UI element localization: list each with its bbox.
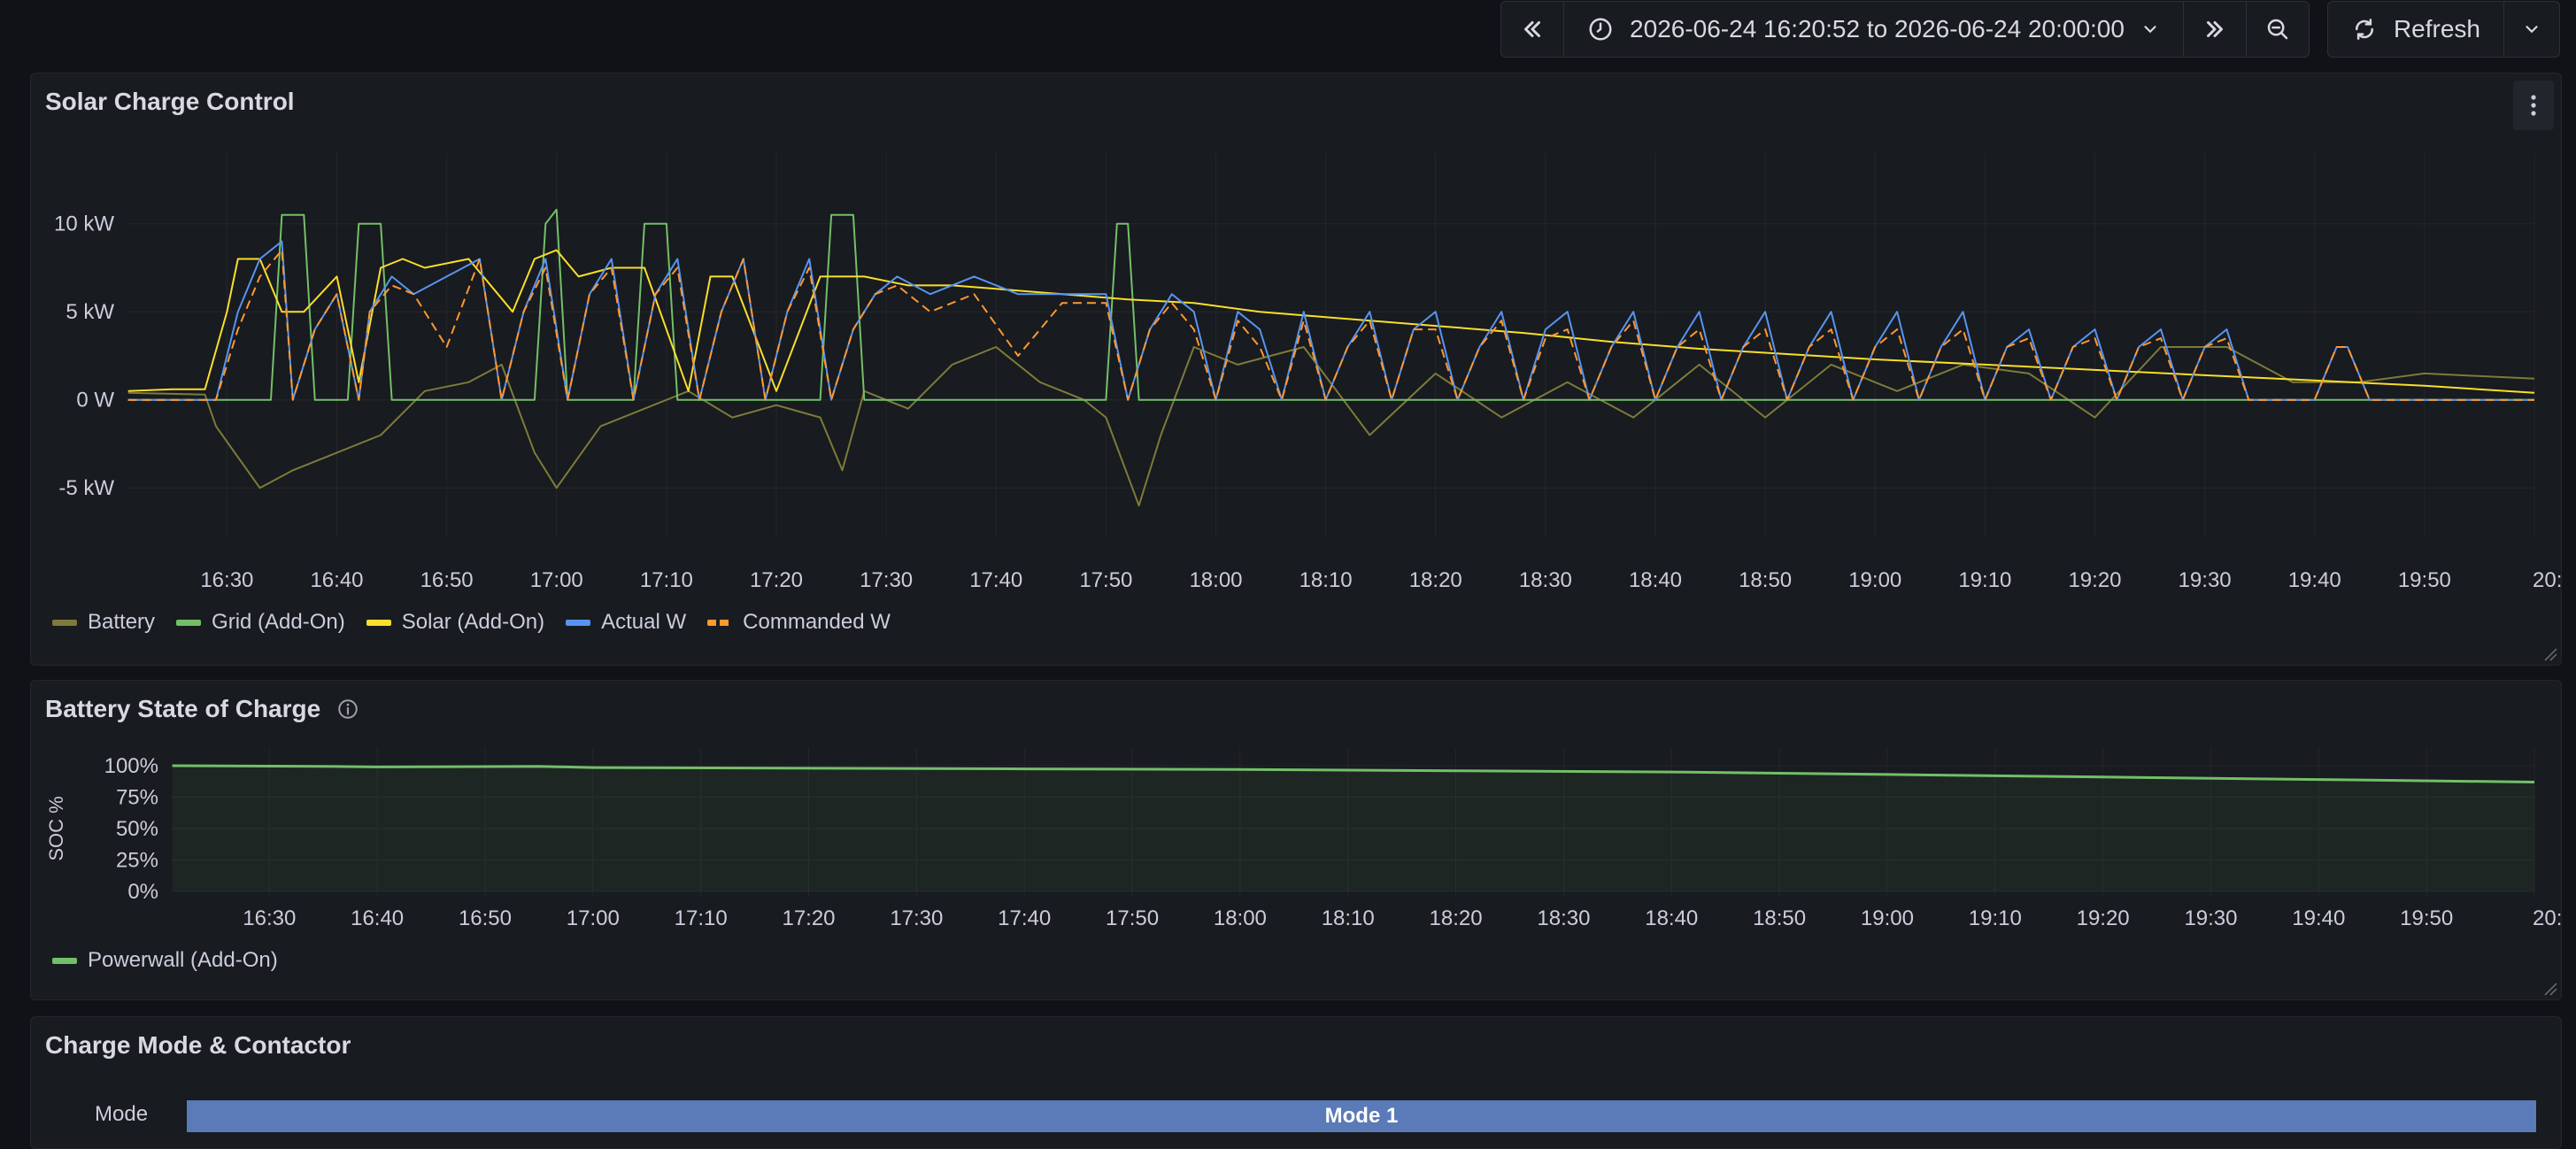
y-tick-label: 75%	[116, 786, 158, 810]
y-tick-label: 10 kW	[54, 212, 114, 236]
legend-item-commanded[interactable]: Commanded W	[707, 610, 891, 635]
x-tick-label: 16:50	[459, 906, 512, 930]
x-tick-label: 19:10	[1958, 568, 2011, 592]
chevron-down-icon	[2144, 26, 2156, 34]
time-range-group: 2026-06-24 16:20:52 to 2026-06-24 20:00:…	[1500, 1, 2310, 58]
legend-item-grid[interactable]: Grid (Add-On)	[176, 610, 345, 635]
mode-state-bar[interactable]: Mode 1	[187, 1100, 2536, 1132]
x-tick-label: 19:00	[1848, 568, 1901, 592]
resize-handle-icon[interactable]	[2541, 645, 2557, 661]
x-tick-label: 18:00	[1214, 906, 1267, 930]
x-tick-label: 17:30	[890, 906, 943, 930]
x-tick-label: 18:40	[1629, 568, 1682, 592]
x-tick-label: 19:10	[1969, 906, 2022, 930]
y-tick-label: 50%	[116, 817, 158, 841]
x-tick-label: 19:40	[2288, 568, 2341, 592]
resize-handle-icon[interactable]	[2541, 980, 2557, 996]
x-tick-label: 17:30	[860, 568, 913, 592]
soc-legend: Powerwall (Add-On)	[52, 948, 278, 973]
time-range-label: 2026-06-24 16:20:52 to 2026-06-24 20:00:…	[1630, 15, 2125, 42]
solar-charge-chart[interactable]: 10 kW 5 kW 0 W -5 kW 16:30 16:40 16:50 17:00 17:…	[31, 73, 2561, 605]
y-axis-label: SOC %	[45, 796, 67, 860]
shift-back-button[interactable]	[1501, 2, 1565, 57]
y-tick-label: 5 kW	[66, 300, 114, 324]
charge-mode-panel: Charge Mode & Contactor Mode Mode 1	[30, 1016, 2562, 1149]
battery-swatch	[52, 619, 77, 626]
x-tick-label: 16:40	[351, 906, 404, 930]
zoom-out-icon	[2267, 19, 2288, 40]
x-tick-label: 19:00	[1861, 906, 1914, 930]
refresh-label: Refresh	[2393, 15, 2480, 42]
refresh-group: Refresh	[2326, 1, 2560, 58]
y-tick-label: -5 kW	[58, 476, 114, 500]
x-tick-label: 16:30	[200, 568, 253, 592]
zoom-out-button[interactable]	[2247, 2, 2309, 57]
clock-icon	[1589, 18, 1612, 41]
refresh-button[interactable]: Refresh	[2328, 2, 2504, 57]
y-tick-label: 25%	[116, 849, 158, 873]
series-area-fill	[172, 766, 2534, 891]
x-tick-label: 18:20	[1430, 906, 1483, 930]
refresh-icon	[2355, 19, 2373, 40]
double-chevron-left-icon	[1524, 21, 1541, 37]
x-tick-label: 19:40	[2292, 906, 2345, 930]
actual-swatch	[566, 619, 591, 626]
commanded-swatch	[707, 619, 733, 626]
x-tick-label: 17:20	[782, 906, 835, 930]
x-tick-label: 17:40	[969, 568, 1022, 592]
x-tick-label: 19:20	[2077, 906, 2130, 930]
x-tick-label: 18:30	[1537, 906, 1590, 930]
x-tick-label: 18:50	[1739, 568, 1792, 592]
x-tick-label: 17:50	[1079, 568, 1132, 592]
x-tick-label: 17:50	[1106, 906, 1159, 930]
x-tick-label: 17:10	[675, 906, 728, 930]
x-tick-label: 16:50	[420, 568, 474, 592]
legend-item-solar[interactable]: Solar (Add-On)	[366, 610, 544, 635]
x-tick-label: 18:40	[1645, 906, 1698, 930]
legend-item-actual[interactable]: Actual W	[566, 610, 686, 635]
x-tick-label: 18:10	[1322, 906, 1375, 930]
legend-item-powerwall[interactable]: Powerwall (Add-On)	[52, 948, 278, 973]
x-tick-label: 18:30	[1519, 568, 1572, 592]
x-tick-label: 16:40	[310, 568, 363, 592]
x-tick-label: 18:10	[1300, 568, 1353, 592]
shift-forward-button[interactable]	[2184, 2, 2247, 57]
x-tick-label: 16:30	[243, 906, 296, 930]
x-tick-label: 18:50	[1753, 906, 1806, 930]
mode-row-label: Mode	[95, 1102, 149, 1126]
x-tick-label: 19:30	[2179, 568, 2232, 592]
x-tick-label: 19:50	[2400, 906, 2453, 930]
y-tick-label: 0 W	[76, 389, 114, 413]
solar-charge-panel: Solar Charge Control 10 kW 5 kW 0 W -5 kW 16…	[30, 73, 2562, 666]
time-toolbar: 2026-06-24 16:20:52 to 2026-06-24 20:00:…	[1500, 0, 2560, 58]
x-tick-label: 20:0	[2533, 568, 2561, 592]
refresh-interval-dropdown[interactable]	[2504, 2, 2559, 57]
series-line-commanded	[127, 249, 2534, 401]
x-tick-label: 20:0	[2533, 906, 2561, 930]
x-tick-label: 17:00	[530, 568, 583, 592]
powerwall-swatch	[52, 957, 77, 964]
x-tick-label: 17:10	[640, 568, 693, 592]
grid-swatch	[176, 619, 202, 626]
x-tick-label: 19:50	[2398, 568, 2451, 592]
legend-item-battery[interactable]: Battery	[52, 610, 155, 635]
x-tick-label: 19:30	[2184, 906, 2237, 930]
y-tick-label: 0%	[127, 880, 158, 904]
soc-chart[interactable]: 100% 75% 50% 25% 0% 16:30 16:40 16:50 17:00 17:10…	[31, 681, 2561, 946]
x-tick-label: 17:40	[998, 906, 1051, 930]
solar-swatch	[366, 619, 391, 626]
chevron-down-icon	[2526, 26, 2538, 34]
x-tick-label: 17:20	[750, 568, 803, 592]
panel-title: Charge Mode & Contactor	[45, 1031, 351, 1059]
x-tick-label: 19:20	[2068, 568, 2121, 592]
battery-soc-panel: Battery State of Charge 100% 75% 50% 25% 0% 1…	[30, 680, 2562, 1000]
x-tick-label: 18:20	[1409, 568, 1462, 592]
x-tick-label: 18:00	[1189, 568, 1242, 592]
y-tick-label: 100%	[104, 754, 158, 778]
time-range-picker-button[interactable]: 2026-06-24 16:20:52 to 2026-06-24 20:00:…	[1564, 2, 2184, 57]
solar-legend: Battery Grid (Add-On) Solar (Add-On) Act…	[52, 610, 891, 635]
x-tick-label: 17:00	[567, 906, 620, 930]
double-chevron-right-icon	[2206, 21, 2223, 37]
